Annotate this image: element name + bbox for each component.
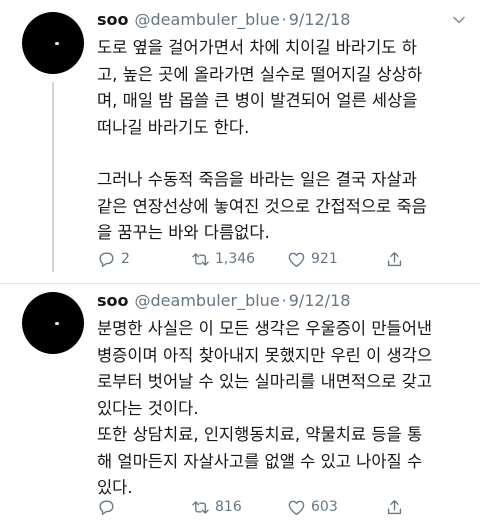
tweet-text: 분명한 사실은 이 모든 생각은 우울증이 만들어낸 병증이며 아직 찾아내지 … [97, 316, 469, 502]
reply-icon [99, 251, 114, 267]
tweet-line: 며, 매일 밤 몹쓸 큰 병이 발견되어 얼른 세상을 [97, 91, 418, 110]
tweet-2[interactable]: soo @deambuler_blue · 9/12/18 분명한 사실은 이 … [0, 284, 480, 528]
retweet-icon [192, 500, 209, 514]
heart-icon [288, 500, 305, 515]
like-button[interactable]: 603 [287, 496, 338, 518]
heart-icon [288, 252, 305, 267]
like-count: 921 [311, 251, 338, 267]
tweet-line: 도로 옆을 걸어가면서 차에 치이길 바라기도 하 [97, 38, 417, 57]
tweet-line: 있다는 것이다. [97, 398, 199, 418]
retweet-icon [192, 252, 209, 266]
tweet-header: soo @deambuler_blue · 9/12/18 [97, 10, 350, 32]
tweet-line: 을 꿈꾸는 바와 다름없다. [97, 223, 270, 242]
user-handle[interactable]: @deambuler_blue [135, 291, 280, 310]
avatar[interactable] [22, 292, 84, 354]
user-handle[interactable]: @deambuler_blue [135, 10, 280, 29]
tweet-header: soo @deambuler_blue · 9/12/18 [97, 291, 350, 313]
tweet-line: 해 얼마든지 자살사고를 없앨 수 있고 나아질 수 [97, 451, 423, 471]
retweet-count: 816 [215, 499, 242, 515]
like-button[interactable]: 921 [287, 248, 338, 270]
share-button[interactable] [385, 496, 409, 518]
reply-button[interactable]: 2 [97, 248, 130, 270]
thread-line [52, 82, 54, 272]
like-count: 603 [311, 499, 338, 515]
display-name[interactable]: soo [97, 10, 129, 29]
tweet-line: 병증이며 아직 찾아내지 못했지만 우린 이 생각으 [97, 345, 433, 365]
separator: · [281, 10, 287, 29]
tweet-line: 떠나길 바라기도 한다. [97, 117, 250, 137]
tweet-line: 로부터 벗어날 수 있는 실마리를 내면적으로 갖고 [97, 372, 433, 391]
avatar-dot [55, 322, 59, 325]
tweet-date[interactable]: 9/12/18 [289, 10, 351, 29]
retweet-count: 1,346 [215, 251, 256, 267]
tweet-line: 고, 높은 곳에 올라가면 실수로 떨어지길 상상하 [97, 64, 423, 84]
tweet-line: 또한 상담치료, 인지행동치료, 약물치료 등을 통 [97, 425, 423, 444]
share-icon [387, 499, 402, 514]
share-icon [387, 251, 402, 266]
display-name[interactable]: soo [97, 291, 129, 310]
reply-button[interactable] [97, 496, 121, 518]
share-button[interactable] [385, 248, 409, 270]
retweet-button[interactable]: 816 [191, 496, 242, 518]
tweet-actions: 816 603 [97, 496, 427, 518]
tweet-1[interactable]: soo @deambuler_blue · 9/12/18 도로 옆을 걸어가면… [0, 0, 480, 284]
tweet-line: 그러나 수동적 죽음을 바라는 일은 결국 자살과 [97, 170, 417, 189]
tweet-text: 도로 옆을 걸어가면서 차에 치이길 바라기도 하 고, 높은 곳에 올라가면 … [97, 35, 469, 247]
reply-count: 2 [121, 251, 130, 267]
tweet-line: 분명한 사실은 이 모든 생각은 우울증이 만들어낸 [97, 319, 433, 338]
avatar-dot [55, 42, 59, 45]
reply-icon [99, 499, 114, 515]
retweet-button[interactable]: 1,346 [191, 248, 255, 270]
avatar[interactable] [22, 12, 84, 74]
separator: · [281, 291, 287, 310]
chevron-down-icon[interactable] [452, 12, 466, 26]
tweet-line: 같은 연장선상에 놓여진 것으로 간접적으로 죽음 [97, 196, 427, 216]
tweet-actions: 2 1,346 921 [97, 248, 427, 270]
tweet-date[interactable]: 9/12/18 [289, 291, 351, 310]
